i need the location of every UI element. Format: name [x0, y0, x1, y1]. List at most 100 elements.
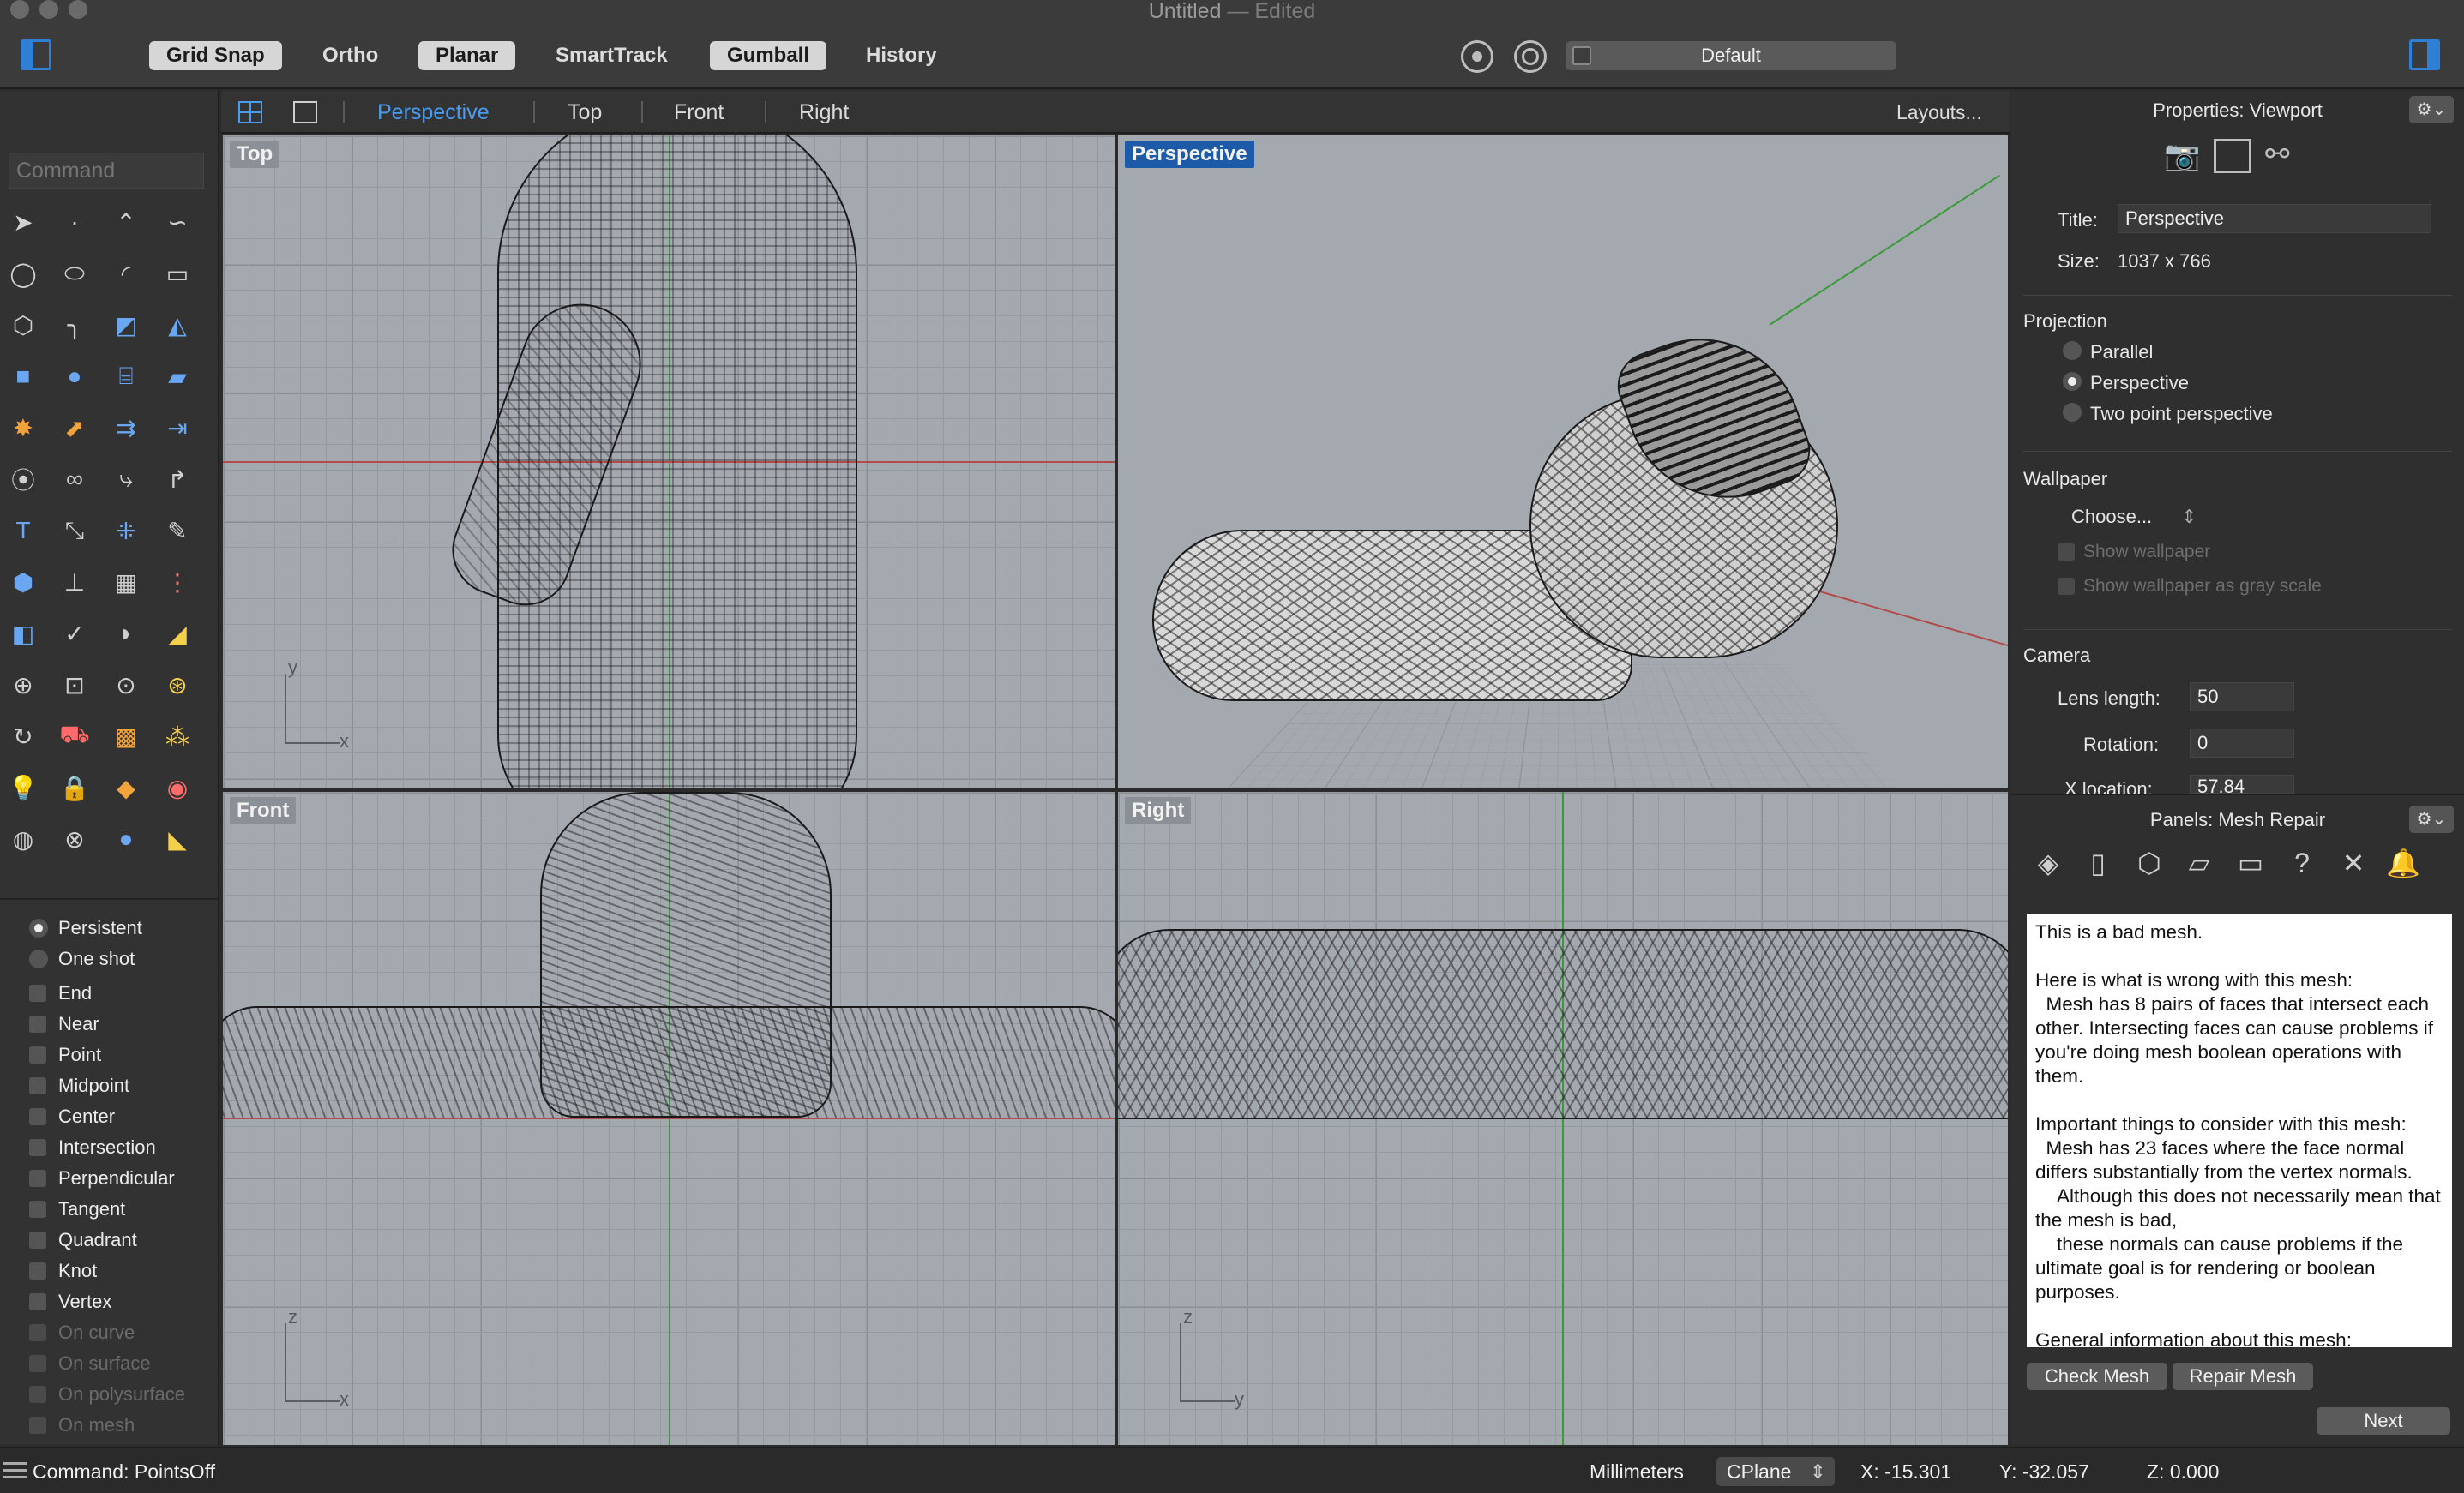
offset-icon[interactable]: ↱ [158, 459, 197, 499]
viewport-label-perspective[interactable]: Perspective [1125, 141, 1254, 168]
tab-right[interactable]: Right [799, 98, 849, 127]
clipboard-icon[interactable]: ▱ [2179, 843, 2219, 883]
material-icon[interactable]: ◆ [106, 768, 146, 807]
blue-sphere-icon[interactable]: ● [106, 819, 146, 859]
fillet-curve-icon[interactable]: ╮ [55, 305, 94, 345]
osnap-near[interactable]: Near [29, 1010, 99, 1039]
viewport-label-top[interactable]: Top [230, 141, 279, 168]
help-icon[interactable]: ? [2282, 843, 2322, 883]
single-view-layout-icon[interactable] [293, 101, 317, 123]
viewport-title-field[interactable]: Perspective [2118, 204, 2431, 233]
plane-icon[interactable]: ▰ [158, 357, 197, 396]
scale-icon[interactable]: ⤡ [55, 511, 94, 550]
boolean-union-icon[interactable]: ⦿ [3, 459, 43, 499]
trim-icon[interactable]: ⤷ [106, 459, 146, 499]
osnap-midpoint[interactable]: Midpoint [29, 1071, 129, 1100]
repair-mesh-button[interactable]: Repair Mesh [2173, 1363, 2313, 1390]
loft-icon[interactable]: ◭ [158, 305, 197, 345]
ortho-toggle[interactable]: Ortho [305, 41, 395, 70]
color-wheel-icon[interactable]: ◉ [158, 768, 197, 807]
rectangle-icon[interactable]: ▭ [158, 254, 197, 293]
osnap-end[interactable]: End [29, 979, 92, 1008]
camera-icon[interactable]: 📷 [2164, 139, 2200, 173]
layout-icon[interactable]: ◧ [3, 614, 43, 653]
left-sidebar-toggle-icon[interactable] [21, 39, 51, 70]
viewport-frame-icon[interactable] [2214, 139, 2251, 173]
sphere-icon[interactable]: ● [55, 357, 94, 396]
viewport-right[interactable]: Right z y [1116, 790, 2010, 1447]
osnap-center[interactable]: Center [29, 1102, 115, 1131]
planar-toggle[interactable]: Planar [418, 41, 515, 70]
cplane-selector[interactable]: CPlane ⇕ [1716, 1457, 1835, 1486]
explode-icon[interactable]: ✸ [3, 408, 43, 447]
tab-perspective[interactable]: Perspective [377, 98, 490, 127]
dimension-icon[interactable]: ⊥ [55, 562, 94, 602]
layers-icon[interactable]: ◈ [2028, 843, 2068, 883]
display-icon[interactable]: ▭ [2231, 843, 2270, 883]
wallpaper-grayscale-checkbox[interactable]: Show wallpaper as gray scale [2058, 576, 2452, 600]
osnap-tangent[interactable]: Tangent [29, 1195, 125, 1224]
arc-icon[interactable]: ◜ [106, 254, 146, 293]
osnap-point[interactable]: Point [29, 1040, 101, 1070]
ellipse-icon[interactable]: ⬭ [55, 254, 94, 293]
rotate-view-icon[interactable]: ↻ [3, 717, 43, 756]
viewport-top[interactable]: Top y x [221, 134, 1116, 790]
check-icon[interactable]: ✓ [55, 614, 94, 653]
mesh-sphere-icon[interactable]: ⊗ [55, 819, 94, 859]
command-history-icon[interactable] [3, 1462, 27, 1479]
layouts-button[interactable]: Layouts... [1896, 98, 1982, 127]
record-history-icon[interactable] [1461, 40, 1493, 73]
grid-snap-toggle[interactable]: Grid Snap [149, 41, 282, 70]
osnap-perpendicular[interactable]: Perpendicular [29, 1164, 175, 1193]
projection-parallel[interactable]: Parallel [2063, 339, 2320, 365]
spotlight-icon[interactable]: ◣ [158, 819, 197, 859]
osnap-quadrant[interactable]: Quadrant [29, 1226, 137, 1255]
grid-array-icon[interactable]: ▦ [106, 562, 146, 602]
join-icon[interactable]: ⇉ [106, 408, 146, 447]
four-view-layout-icon[interactable] [238, 101, 262, 123]
gumball-toggle[interactable]: Gumball [710, 41, 826, 70]
command-input[interactable] [9, 153, 204, 189]
properties-gear-icon[interactable]: ⚙⌄ [2409, 96, 2454, 123]
tab-front[interactable]: Front [674, 98, 724, 127]
light-bulb-icon[interactable]: 💡 [3, 768, 43, 807]
text-icon[interactable]: T [3, 511, 43, 550]
render-sphere-icon[interactable]: ◍ [3, 819, 43, 859]
zoom-selected-icon[interactable]: ⊛ [158, 665, 197, 705]
array-icon[interactable]: ⁜ [106, 511, 146, 550]
units-label[interactable]: Millimeters [1590, 1460, 1684, 1484]
block-icon[interactable]: ⬢ [3, 562, 43, 602]
history-toggle[interactable]: History [849, 41, 954, 70]
bell-icon[interactable]: 🔔 [2383, 843, 2423, 883]
zoom-window-icon[interactable]: ⊡ [55, 665, 94, 705]
zoom-icon[interactable]: ⊕ [3, 665, 43, 705]
osnap-on-curve[interactable]: On curve [29, 1318, 135, 1347]
panels-gear-icon[interactable]: ⚙⌄ [2409, 806, 2454, 833]
car-icon[interactable]: ⛟ [55, 717, 94, 756]
viewport-perspective[interactable]: Perspective [1116, 134, 2010, 790]
tools-icon[interactable]: ✕ [2334, 843, 2373, 883]
osnap-on-polysurface[interactable]: On polysurface [29, 1380, 185, 1409]
properties-tag-icon[interactable]: ✎ [158, 511, 197, 550]
next-button[interactable]: Next [2317, 1407, 2450, 1435]
snap-persistent[interactable]: Persistent [29, 914, 142, 943]
boolean-difference-icon[interactable]: ∞ [55, 459, 94, 499]
lock-icon[interactable]: 🔒 [55, 768, 94, 807]
osnap-knot[interactable]: Knot [29, 1256, 97, 1286]
rotation-field[interactable]: 0 [2190, 729, 2294, 758]
wallpaper-choose-button[interactable]: Choose... ⇕ [2071, 506, 2197, 528]
target-icon[interactable] [1514, 40, 1547, 73]
shapes-icon[interactable]: ◗ [106, 614, 146, 653]
polygon-icon[interactable]: ⬡ [3, 305, 43, 345]
curve-icon[interactable]: ∽ [158, 202, 197, 242]
split-icon[interactable]: ⇥ [158, 408, 197, 447]
section-icon[interactable]: ⋮ [158, 562, 197, 602]
check-mesh-button[interactable]: Check Mesh [2027, 1363, 2167, 1390]
viewport-label-front[interactable]: Front [230, 797, 296, 824]
document-icon[interactable]: ▯ [2078, 843, 2118, 883]
osnap-on-surface[interactable]: On surface [29, 1349, 151, 1378]
cylinder-icon[interactable]: ⌸ [106, 357, 146, 396]
snap-one-shot[interactable]: One shot [29, 944, 135, 974]
viewport-front[interactable]: Front z x [221, 790, 1116, 1447]
circle-icon[interactable]: ◯ [3, 254, 43, 293]
